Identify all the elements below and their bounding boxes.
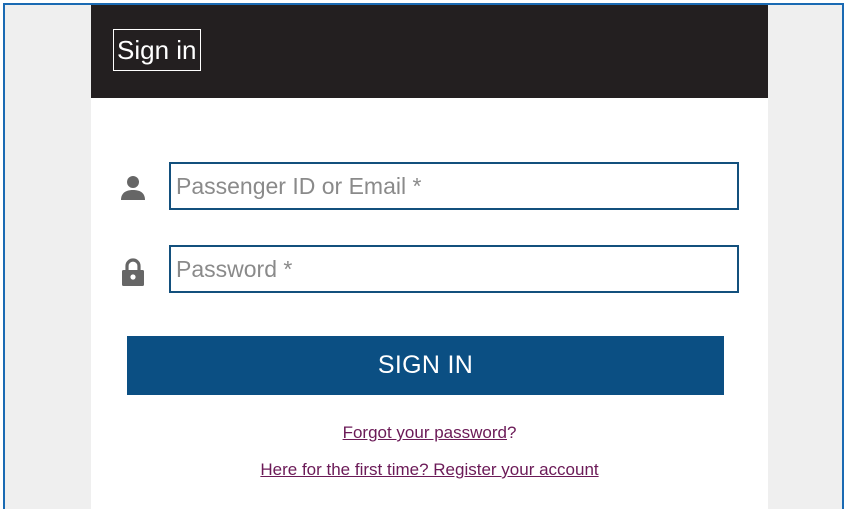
sign-in-panel: Sign in SIGN IN Forgot your password? He… — [91, 5, 768, 509]
username-row — [91, 162, 768, 210]
panel-header: Sign in — [91, 5, 768, 98]
panel-title: Sign in — [113, 29, 201, 71]
forgot-password-suffix: ? — [506, 423, 517, 442]
register-line: Here for the first time? Register your a… — [91, 460, 768, 480]
user-icon — [121, 176, 145, 200]
password-row — [91, 245, 768, 293]
lock-icon — [122, 258, 144, 286]
forgot-password-link[interactable]: Forgot your password — [343, 423, 507, 442]
forgot-password-line: Forgot your password? — [91, 423, 768, 443]
register-account-link[interactable]: Here for the first time? Register your a… — [260, 460, 598, 479]
username-input[interactable] — [169, 162, 739, 210]
password-input[interactable] — [169, 245, 739, 293]
sign-in-button[interactable]: SIGN IN — [127, 336, 724, 395]
